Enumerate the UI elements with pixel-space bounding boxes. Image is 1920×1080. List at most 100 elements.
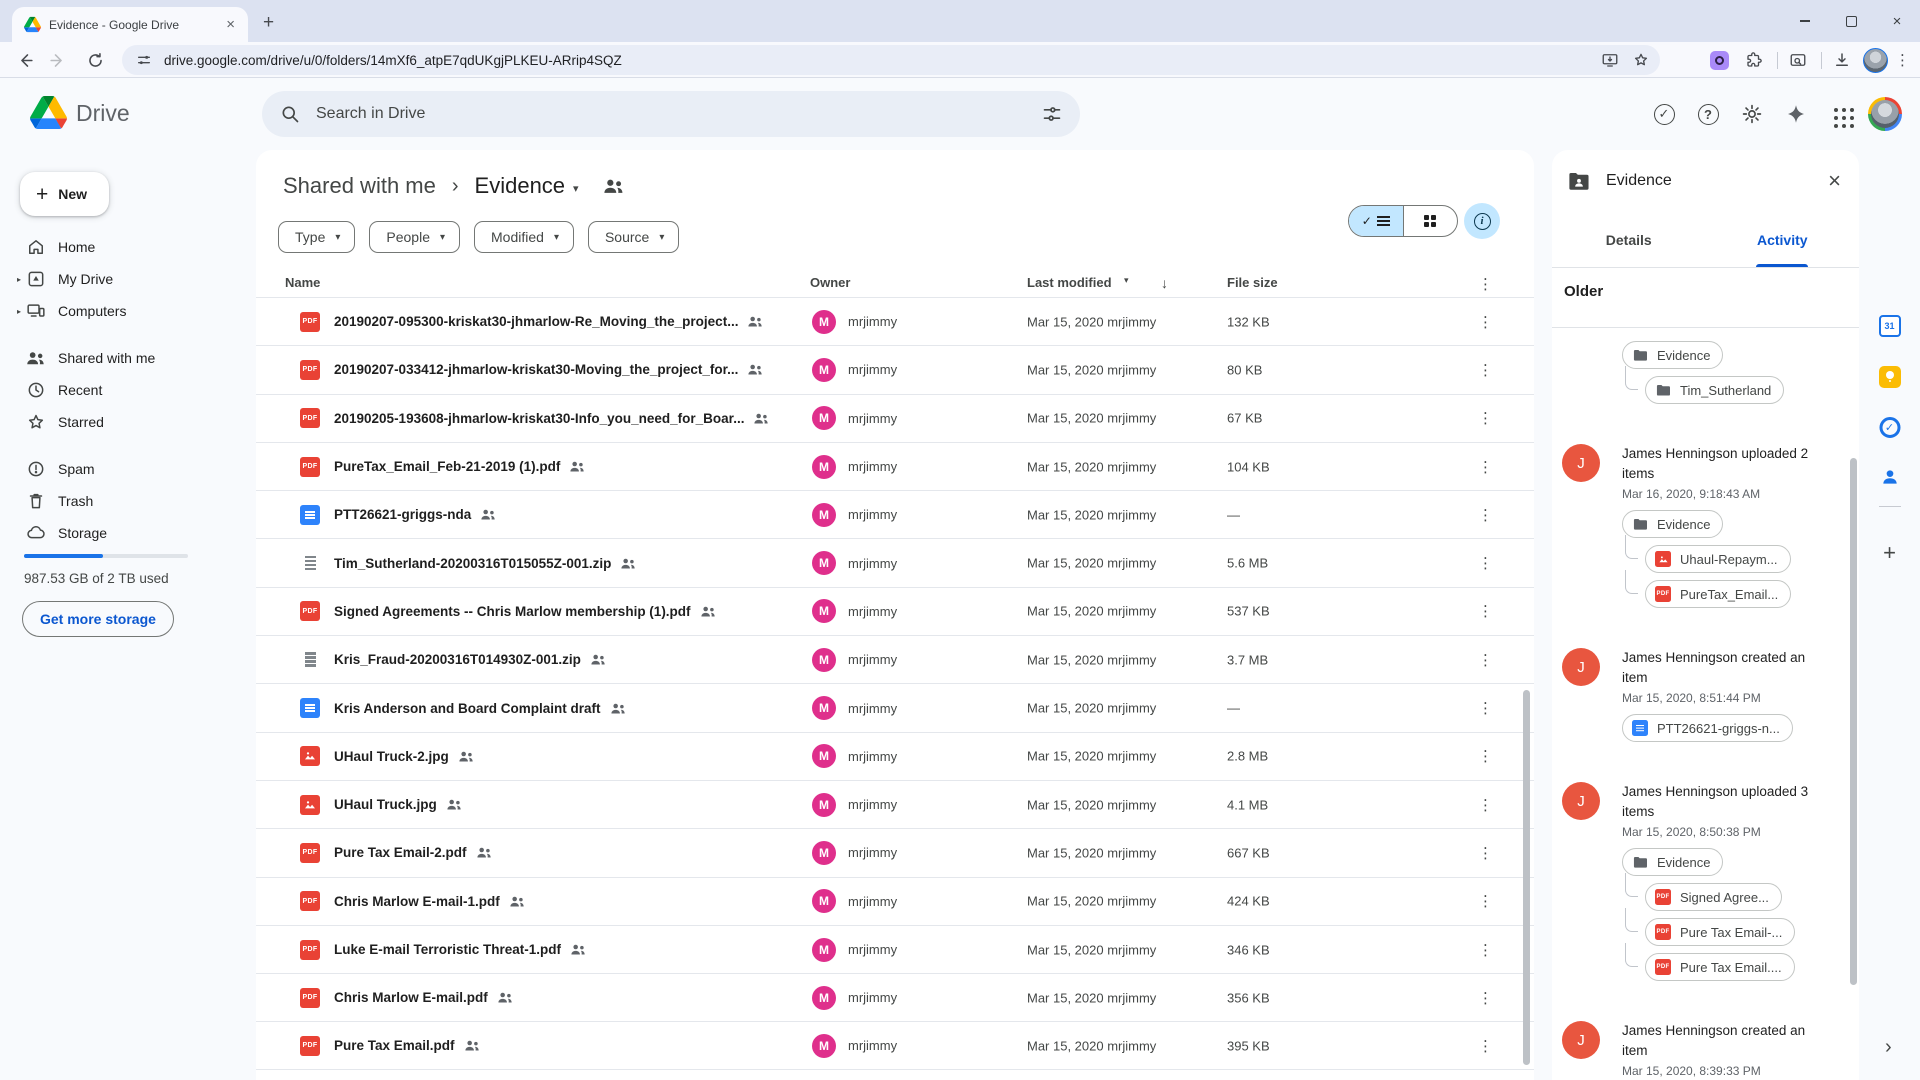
sidebar-item-trash[interactable]: Trash	[6, 485, 250, 517]
table-row[interactable]: PDF20190207-033412-jhmarlow-kriskat30-Mo…	[256, 345, 1534, 393]
file-name[interactable]: PTT26621-griggs-nda	[334, 507, 471, 522]
table-row[interactable]: PTT26621-griggs-ndaMmrjimmyMar 15, 2020 …	[256, 490, 1534, 538]
get-more-storage-button[interactable]: Get more storage	[22, 601, 174, 637]
search-options-icon[interactable]	[1042, 104, 1062, 124]
expand-arrow-icon[interactable]: ▸	[12, 275, 26, 284]
url-text[interactable]: drive.google.com/drive/u/0/folders/14mXf…	[164, 53, 1588, 68]
breadcrumb-parent[interactable]: Shared with me	[277, 173, 442, 199]
keep-icon[interactable]	[1879, 366, 1901, 388]
browser-menu-icon[interactable]: ⋮	[1895, 51, 1910, 69]
file-name[interactable]: Kris Anderson and Board Complaint draft	[334, 701, 601, 716]
column-file-size[interactable]: File size	[1227, 275, 1278, 290]
sidebar-item-starred[interactable]: Starred	[6, 406, 250, 438]
site-info-tune-icon[interactable]	[136, 52, 152, 68]
row-more-icon[interactable]: ⋮	[1478, 602, 1493, 620]
search-input[interactable]: Search in Drive	[262, 91, 1080, 137]
tab-close-icon[interactable]: ×	[221, 15, 240, 34]
table-row[interactable]: PDFPure Tax Email.pdfMmrjimmyMar 15, 202…	[256, 1021, 1534, 1069]
table-row[interactable]: PDFSigned Agreements -- Chris Marlow mem…	[256, 587, 1534, 635]
filter-chip-modified[interactable]: Modified▾	[474, 221, 574, 253]
file-name[interactable]: Tim_Sutherland-20200316T015055Z-001.zip	[334, 556, 611, 571]
row-more-icon[interactable]: ⋮	[1478, 506, 1493, 524]
column-owner[interactable]: Owner	[810, 275, 850, 290]
row-more-icon[interactable]: ⋮	[1478, 409, 1493, 427]
item-chip[interactable]: PDFPureTax_Email...	[1645, 580, 1791, 608]
hide-panel-chevron-icon[interactable]: ›	[1885, 1036, 1892, 1059]
table-row[interactable]: PDF20190205-193608-jhmarlow-kriskat30-In…	[256, 394, 1534, 442]
google-apps-grid-icon[interactable]	[1820, 94, 1860, 134]
file-name[interactable]: 20190205-193608-jhmarlow-kriskat30-Info_…	[334, 411, 744, 426]
row-more-icon[interactable]: ⋮	[1478, 699, 1493, 717]
reload-icon[interactable]	[80, 45, 110, 75]
browser-tab[interactable]: Evidence - Google Drive ×	[12, 7, 248, 42]
item-chip[interactable]: Tim_Sutherland	[1645, 376, 1784, 404]
sidebar-item-storage[interactable]: Storage	[6, 517, 250, 549]
file-name[interactable]: 20190207-095300-kriskat30-jhmarlow-Re_Mo…	[334, 314, 738, 329]
item-chip[interactable]: PDFSigned Agree...	[1645, 883, 1782, 911]
table-row[interactable]: UHaul Truck-2.jpgMmrjimmyMar 15, 2020 mr…	[256, 732, 1534, 780]
close-icon[interactable]: ×	[1826, 168, 1843, 194]
file-name[interactable]: Pure Tax Email-2.pdf	[334, 845, 467, 860]
row-more-icon[interactable]: ⋮	[1478, 1037, 1493, 1055]
panel-scrollbar[interactable]	[1850, 458, 1857, 985]
filter-chip-source[interactable]: Source▾	[588, 221, 679, 253]
row-more-icon[interactable]: ⋮	[1478, 844, 1493, 862]
account-avatar[interactable]	[1868, 97, 1902, 131]
table-row[interactable]: PDF20190207-095300-kriskat30-jhmarlow-Re…	[256, 297, 1534, 345]
item-chip[interactable]: PDFPure Tax Email....	[1645, 953, 1795, 981]
filter-chip-type[interactable]: Type▾	[278, 221, 355, 253]
new-tab-button[interactable]: +	[255, 10, 282, 36]
contacts-icon[interactable]	[1879, 468, 1901, 490]
file-name[interactable]: UHaul Truck-2.jpg	[334, 749, 449, 764]
row-more-icon[interactable]: ⋮	[1478, 941, 1493, 959]
table-row[interactable]: PDFPure Tax Email-2.pdfMmrjimmyMar 15, 2…	[256, 828, 1534, 876]
row-more-icon[interactable]: ⋮	[1478, 458, 1493, 476]
tasks-icon[interactable]: ✓	[1879, 417, 1900, 438]
list-view-button[interactable]: ✓	[1349, 206, 1403, 236]
row-more-icon[interactable]: ⋮	[1478, 989, 1493, 1007]
file-name[interactable]: UHaul Truck.jpg	[334, 797, 437, 812]
file-list-scrollbar[interactable]	[1523, 690, 1530, 1065]
forward-icon[interactable]	[42, 45, 72, 75]
header-more-icon[interactable]: ⋮	[1478, 275, 1493, 293]
table-row[interactable]: Kris Anderson and Board Complaint draftM…	[256, 683, 1534, 731]
gemini-sparkle-icon[interactable]	[1776, 94, 1816, 134]
window-maximize-button[interactable]	[1828, 0, 1874, 42]
calendar-icon[interactable]: 31	[1879, 315, 1901, 337]
search-icon[interactable]	[280, 104, 300, 124]
row-more-icon[interactable]: ⋮	[1478, 361, 1493, 379]
item-chip[interactable]: Evidence	[1622, 341, 1723, 369]
row-more-icon[interactable]: ⋮	[1478, 796, 1493, 814]
file-name[interactable]: PureTax_Email_Feb-21-2019 (1).pdf	[334, 459, 560, 474]
row-more-icon[interactable]: ⋮	[1478, 651, 1493, 669]
window-close-button[interactable]: ×	[1874, 0, 1920, 42]
sidebar-item-shared-with-me[interactable]: Shared with me	[6, 342, 250, 374]
screenshot-extension-icon[interactable]	[1705, 46, 1733, 74]
table-row[interactable]: UHaul Truck.jpgMmrjimmyMar 15, 2020 mrji…	[256, 780, 1534, 828]
address-bar[interactable]: drive.google.com/drive/u/0/folders/14mXf…	[122, 45, 1660, 75]
file-name[interactable]: Pure Tax Email.pdf	[334, 1038, 455, 1053]
table-row[interactable]: PDFLuke E-mail Terroristic Threat-1.pdfM…	[256, 925, 1534, 973]
sidebar-item-my-drive[interactable]: ▸My Drive	[6, 263, 250, 295]
sort-direction-icon[interactable]: ↓	[1161, 275, 1168, 291]
sort-caret-icon[interactable]: ▾	[1124, 275, 1129, 286]
row-more-icon[interactable]: ⋮	[1478, 892, 1493, 910]
breadcrumb-caret-icon[interactable]: ▾	[573, 182, 579, 195]
item-chip[interactable]: Uhaul-Repaym...	[1645, 545, 1791, 573]
file-name[interactable]: 20190207-033412-jhmarlow-kriskat30-Movin…	[334, 362, 738, 377]
item-chip[interactable]: Evidence	[1622, 510, 1723, 538]
table-row[interactable]: PDFChris Marlow E-mail.pdfMmrjimmyMar 15…	[256, 973, 1534, 1021]
item-chip[interactable]: PDFPure Tax Email-...	[1645, 918, 1795, 946]
extensions-puzzle-icon[interactable]	[1740, 46, 1768, 74]
window-minimize-button[interactable]	[1782, 0, 1828, 42]
file-name[interactable]: Chris Marlow E-mail-1.pdf	[334, 894, 500, 909]
file-name[interactable]: Chris Marlow E-mail.pdf	[334, 990, 488, 1005]
column-name[interactable]: Name	[285, 275, 320, 290]
downloads-icon[interactable]	[1828, 46, 1856, 74]
grid-view-button[interactable]	[1403, 206, 1458, 236]
settings-gear-icon[interactable]	[1732, 94, 1772, 134]
file-name[interactable]: Signed Agreements -- Chris Marlow member…	[334, 604, 691, 619]
item-chip[interactable]: PTT26621-griggs-n...	[1622, 714, 1793, 742]
column-last-modified[interactable]: Last modified	[1027, 275, 1112, 290]
get-addons-plus-icon[interactable]: +	[1879, 542, 1901, 564]
